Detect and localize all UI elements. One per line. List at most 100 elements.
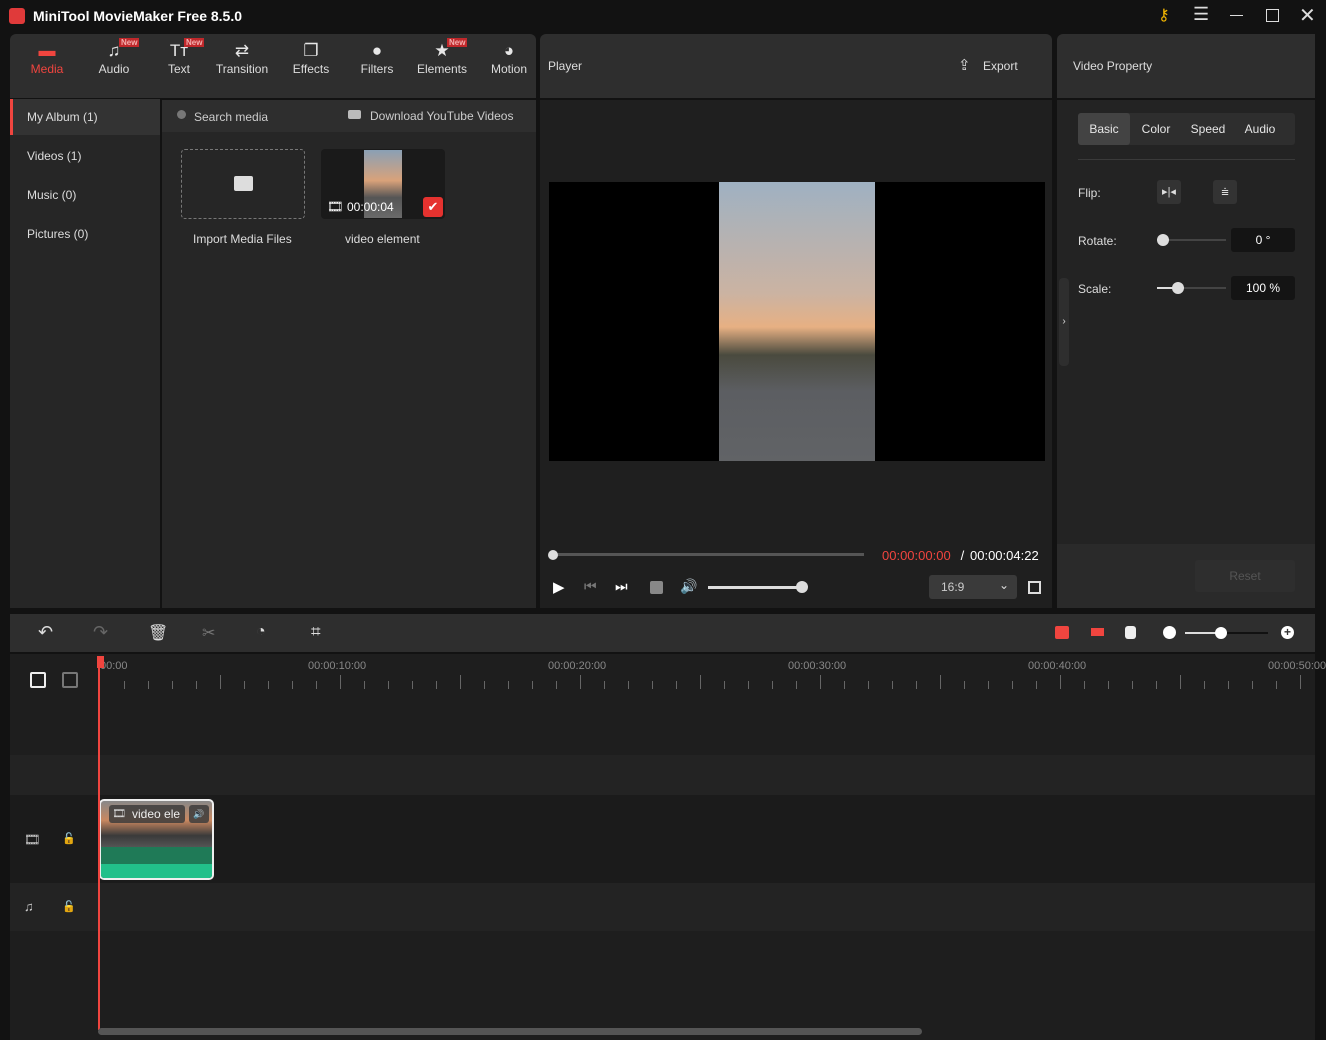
key-icon[interactable]: ⚷: [1158, 5, 1170, 25]
undo-button[interactable]: ↶: [38, 622, 53, 643]
search-input[interactable]: Search media: [194, 110, 268, 124]
tab-audio[interactable]: ♫ Audio New: [81, 38, 147, 76]
ruler-tick: [532, 681, 533, 689]
add-track-icon[interactable]: [30, 672, 46, 688]
zoom-out-button[interactable]: [1163, 626, 1176, 639]
empty-track: [10, 755, 1315, 795]
split-marker-icon[interactable]: [1091, 628, 1104, 636]
tab-filters[interactable]: ● Filters: [344, 40, 410, 76]
clip-selected-checkbox[interactable]: ✔: [423, 197, 443, 217]
clip-volume-icon[interactable]: 🔊: [189, 805, 209, 823]
export-button[interactable]: Export: [983, 59, 1018, 73]
scale-label: Scale:: [1078, 282, 1112, 296]
tab-audio[interactable]: Audio: [1234, 113, 1286, 145]
snap-icon[interactable]: [1055, 626, 1069, 639]
timeline-clip[interactable]: 🎞 video ele 🔊: [99, 799, 214, 880]
zoom-in-button[interactable]: +: [1281, 626, 1294, 639]
tab-motion[interactable]: ◕ Motion: [476, 40, 542, 76]
delete-button[interactable]: 🗑: [148, 623, 168, 643]
volume-handle[interactable]: [796, 581, 808, 593]
horizontal-scrollbar[interactable]: [98, 1028, 922, 1035]
tab-effects[interactable]: ❐ Effects: [278, 40, 344, 76]
tab-basic[interactable]: Basic: [1078, 113, 1130, 145]
tab-label: Audio: [98, 62, 130, 76]
next-frame-button[interactable]: ⏭: [615, 578, 628, 595]
tab-label: Transition: [215, 62, 269, 76]
collapse-panel-button[interactable]: ›: [1059, 278, 1069, 366]
rotate-handle[interactable]: [1157, 234, 1169, 246]
ruler-tick: [436, 681, 437, 689]
close-button[interactable]: ✕: [1299, 3, 1316, 28]
speed-button[interactable]: ◔: [256, 623, 266, 641]
volume-slider[interactable]: [708, 586, 802, 589]
video-track-icon: 🎞: [24, 832, 41, 847]
ruler-tick: [724, 681, 725, 689]
fit-timeline-icon[interactable]: [1125, 626, 1136, 639]
transition-icon: ⇄: [234, 41, 250, 60]
scale-handle[interactable]: [1172, 282, 1184, 294]
player-title: Player: [548, 59, 583, 73]
ruler-tick: [748, 681, 749, 689]
ruler-tick: [1132, 681, 1133, 689]
tab-text[interactable]: Tт Text New: [146, 38, 212, 76]
playhead[interactable]: [98, 656, 100, 1030]
sidebar-item-my-album[interactable]: My Album (1): [10, 99, 160, 135]
menu-icon[interactable]: ☰: [1193, 4, 1209, 25]
clip-audio-waveform: [101, 847, 212, 878]
tab-color[interactable]: Color: [1130, 113, 1182, 145]
tab-speed[interactable]: Speed: [1182, 113, 1234, 145]
tab-transition[interactable]: ⇄ Transition: [209, 40, 275, 76]
flip-horizontal-button[interactable]: ▸|◂: [1157, 180, 1181, 204]
play-button[interactable]: ▶: [553, 578, 565, 596]
ruler-tick: [316, 681, 317, 689]
remove-track-icon[interactable]: [62, 672, 78, 688]
playhead-handle[interactable]: [97, 656, 104, 668]
new-badge: New: [119, 38, 140, 47]
flip-vertical-button[interactable]: ⩧: [1213, 180, 1237, 204]
ruler-tick: [1252, 681, 1253, 689]
split-button[interactable]: ✂: [202, 623, 215, 643]
previous-frame-button[interactable]: ⏮: [584, 578, 597, 595]
ruler-tick: [1012, 681, 1013, 689]
video-track-lock-icon[interactable]: 🔓: [62, 832, 76, 845]
property-tabs: Basic Color Speed Audio: [1078, 113, 1295, 145]
ruler-tick: [412, 681, 413, 689]
rotate-value-input[interactable]: 0 °: [1231, 228, 1295, 252]
seek-bar[interactable]: [553, 553, 864, 556]
audio-track: [10, 883, 1315, 931]
reset-button[interactable]: Reset: [1195, 560, 1295, 592]
ruler-tick: [388, 681, 389, 689]
new-badge: New: [447, 38, 468, 47]
video-frame: [719, 182, 875, 461]
maximize-button[interactable]: [1266, 9, 1279, 22]
stop-button[interactable]: [650, 581, 663, 594]
tab-elements[interactable]: ★ Elements New: [409, 38, 475, 76]
crop-button[interactable]: ⌗: [311, 622, 321, 642]
ruler-tick: [172, 681, 173, 689]
seek-handle[interactable]: [548, 550, 558, 560]
audio-track-lock-icon[interactable]: 🔓: [62, 900, 76, 913]
ruler-tick: [820, 675, 821, 689]
download-youtube-button[interactable]: Download YouTube Videos: [370, 109, 513, 123]
ruler-tick: [964, 681, 965, 689]
redo-button[interactable]: ↷: [93, 622, 108, 643]
ruler-tick: [652, 681, 653, 689]
ruler-tick: [268, 681, 269, 689]
zoom-handle[interactable]: [1215, 627, 1227, 639]
fullscreen-button[interactable]: [1028, 581, 1041, 594]
player-header: [540, 34, 1052, 98]
sidebar-item-pictures[interactable]: Pictures (0): [10, 216, 160, 252]
ruler-tick: [844, 681, 845, 689]
ruler-tick: [292, 681, 293, 689]
sidebar-item-videos[interactable]: Videos (1): [10, 138, 160, 174]
ruler-tick: [196, 681, 197, 689]
tab-media[interactable]: ▬ Media: [14, 40, 80, 76]
minimize-button[interactable]: [1230, 15, 1243, 16]
sidebar-item-music[interactable]: Music (0): [10, 177, 160, 213]
ruler-label: 00:00:40:00: [1028, 660, 1087, 672]
clip-label: video ele: [132, 807, 181, 821]
volume-icon[interactable]: 🔊: [680, 578, 697, 595]
aspect-ratio-select[interactable]: 16:9 ⌄: [929, 575, 1017, 599]
current-time: 00:00:00:00: [882, 548, 951, 563]
scale-value-input[interactable]: 100 %: [1231, 276, 1295, 300]
